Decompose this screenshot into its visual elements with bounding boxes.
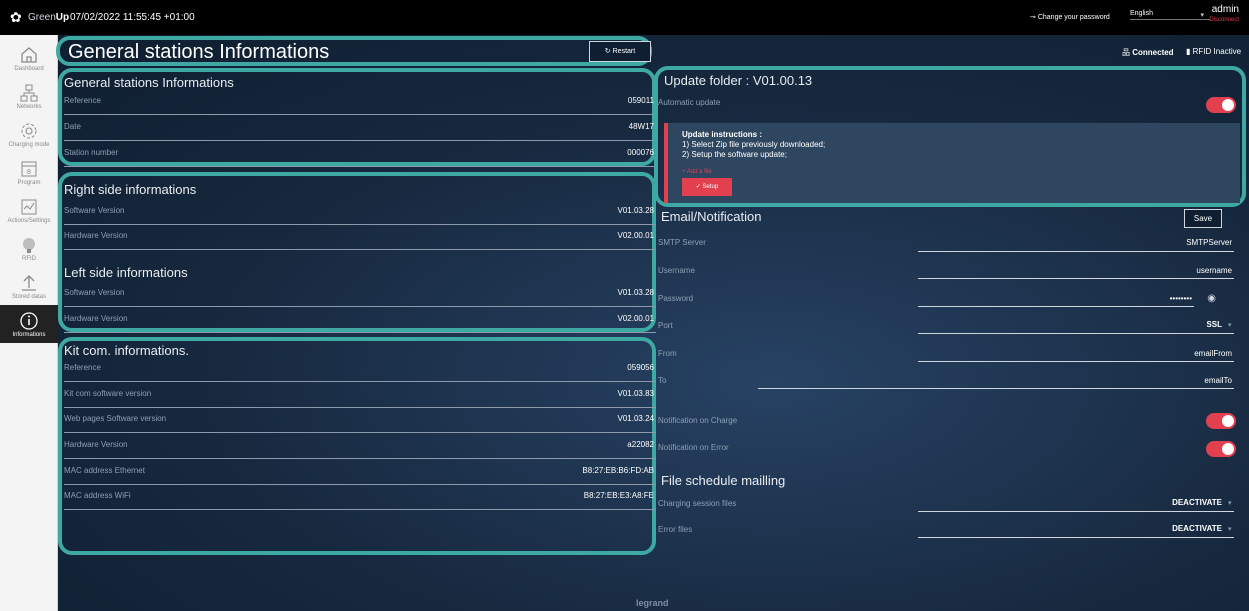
user-menu[interactable]: admin Disconnect: [1209, 5, 1239, 25]
info-row: Date 48W17: [64, 119, 656, 141]
right-section-title: Right side informations: [64, 182, 197, 197]
sidebar-item-charging-mode[interactable]: Charging mode: [0, 115, 58, 153]
network-icon: [20, 84, 38, 102]
notification-error-toggle[interactable]: [1206, 441, 1236, 457]
disconnect-link[interactable]: Disconnect: [1209, 15, 1239, 25]
divider: [758, 388, 1234, 389]
rfid-icon: [23, 238, 35, 253]
sidebar-item-informations[interactable]: Informations: [0, 305, 58, 343]
left-section-title: Left side informations: [64, 265, 188, 280]
legrand-logo: legrand: [636, 598, 669, 608]
gear-icon[interactable]: ✿: [10, 10, 24, 24]
check-icon: ✓: [695, 184, 701, 190]
info-row: Station number 000076: [64, 145, 656, 167]
restart-button[interactable]: ↻ Restart: [589, 41, 651, 62]
port-label: Port: [658, 321, 673, 330]
automatic-update-label: Automatic update: [658, 98, 721, 107]
info-row: Reference 059056: [64, 360, 656, 382]
rfid-icon: ▮: [1186, 47, 1191, 56]
upload-icon: [22, 275, 36, 291]
chart-icon: [21, 199, 37, 215]
main-panel: General stations Informations ↻ Restart …: [56, 35, 1249, 611]
save-button[interactable]: Save: [1184, 209, 1222, 228]
error-files-select[interactable]: DEACTIVATE: [918, 524, 1222, 533]
update-instructions: Update instructions : 1) Select Zip file…: [664, 123, 1240, 203]
charging-files-select[interactable]: DEACTIVATE: [918, 498, 1222, 507]
add-file-link[interactable]: + Add a file: [682, 169, 712, 175]
schedule-section-title: File schedule mailling: [661, 473, 786, 488]
info-row: Software Version V01.03.28: [64, 203, 656, 225]
calendar-icon: 8: [21, 161, 37, 177]
to-field[interactable]: emailTo: [758, 376, 1232, 385]
kit-section-title: Kit com. informations.: [64, 343, 189, 358]
password-label: Password: [658, 294, 694, 303]
rfid-status: ▮ RFID Inactive: [1186, 47, 1242, 56]
divider: [918, 251, 1234, 252]
general-section-title: General stations Informations: [64, 75, 234, 90]
update-section-title: Update folder : V01.00.13: [664, 73, 813, 88]
username-label: Username: [658, 266, 695, 275]
username-field[interactable]: username: [918, 266, 1232, 275]
info-row: Hardware Version a22082: [64, 437, 656, 459]
chevron-down-icon: ▾: [1228, 322, 1232, 329]
home-icon: [21, 47, 37, 63]
connection-status: 品 Connected: [1122, 48, 1174, 57]
automatic-update-toggle[interactable]: [1206, 97, 1236, 113]
info-row: Reference 059011: [64, 93, 656, 115]
divider: [918, 361, 1234, 362]
info-row: Hardware Version V02.00.01: [64, 311, 656, 333]
notification-charge-toggle[interactable]: [1206, 413, 1236, 429]
network-icon: 品: [1122, 48, 1130, 57]
info-row: Kit com software version V01.03.83: [64, 386, 656, 408]
page-title: General stations Informations: [68, 41, 330, 63]
divider: [918, 537, 1234, 538]
email-section-title: Email/Notification: [661, 209, 762, 224]
divider: [918, 306, 1194, 307]
chevron-down-icon: ▾: [1200, 12, 1204, 19]
chevron-down-icon: ▾: [1228, 526, 1232, 533]
smtp-server-field[interactable]: SMTPServer: [918, 238, 1232, 247]
sidebar-item-stored-datas[interactable]: Stored datas: [0, 267, 58, 305]
notification-error-label: Notification on Error: [658, 443, 729, 452]
to-label: To: [658, 376, 667, 385]
sidebar: Dashboard Networks Charging mode 8 Progr…: [0, 35, 58, 611]
notification-charge-label: Notification on Charge: [658, 416, 738, 425]
info-row: Software Version V01.03.28: [64, 285, 656, 307]
language-select[interactable]: English ▾: [1130, 10, 1210, 20]
password-field[interactable]: ••••••••: [918, 294, 1192, 303]
sidebar-item-networks[interactable]: Networks: [0, 77, 58, 115]
info-row: Hardware Version V02.00.01: [64, 228, 656, 250]
sidebar-item-program[interactable]: 8 Program: [0, 153, 58, 191]
divider: [918, 511, 1234, 512]
gear-icon: [21, 123, 37, 139]
svg-text:8: 8: [27, 169, 31, 176]
sidebar-item-dashboard[interactable]: Dashboard: [0, 39, 58, 77]
brand-logo: GreenUp: [28, 12, 70, 23]
info-row: MAC address WiFi B8:27:EB:E3:A8:FE: [64, 488, 656, 510]
divider: [918, 333, 1234, 334]
info-row: Web pages Software version V01.03.24: [64, 411, 656, 433]
sidebar-item-rfid[interactable]: RFID: [0, 229, 58, 267]
info-icon: [20, 312, 38, 330]
divider: [918, 278, 1234, 279]
error-files-label: Error files: [658, 525, 693, 534]
refresh-icon: ↻: [604, 48, 611, 55]
from-field[interactable]: emailFrom: [918, 349, 1232, 358]
charging-files-label: Charging session files: [658, 499, 737, 508]
from-label: From: [658, 349, 677, 358]
key-icon: ⊸: [1030, 14, 1036, 21]
change-password-link[interactable]: ⊸ Change your password: [1030, 13, 1110, 21]
chevron-down-icon: ▾: [1228, 500, 1232, 507]
eye-icon[interactable]: ◉: [1202, 293, 1216, 304]
top-bar: ✿ GreenUp 07/02/2022 11:55:45 +01:00 ⊸ C…: [0, 0, 1249, 35]
sidebar-item-actions-settings[interactable]: Actions/Settings: [0, 191, 58, 229]
info-row: MAC address Ethernet B8:27:EB:B6:FD:AB: [64, 463, 656, 485]
smtp-label: SMTP Server: [658, 238, 706, 247]
port-select[interactable]: SSL: [918, 320, 1222, 329]
setup-button[interactable]: ✓ Setup: [682, 178, 732, 196]
datetime: 07/02/2022 11:55:45 +01:00: [70, 12, 195, 23]
